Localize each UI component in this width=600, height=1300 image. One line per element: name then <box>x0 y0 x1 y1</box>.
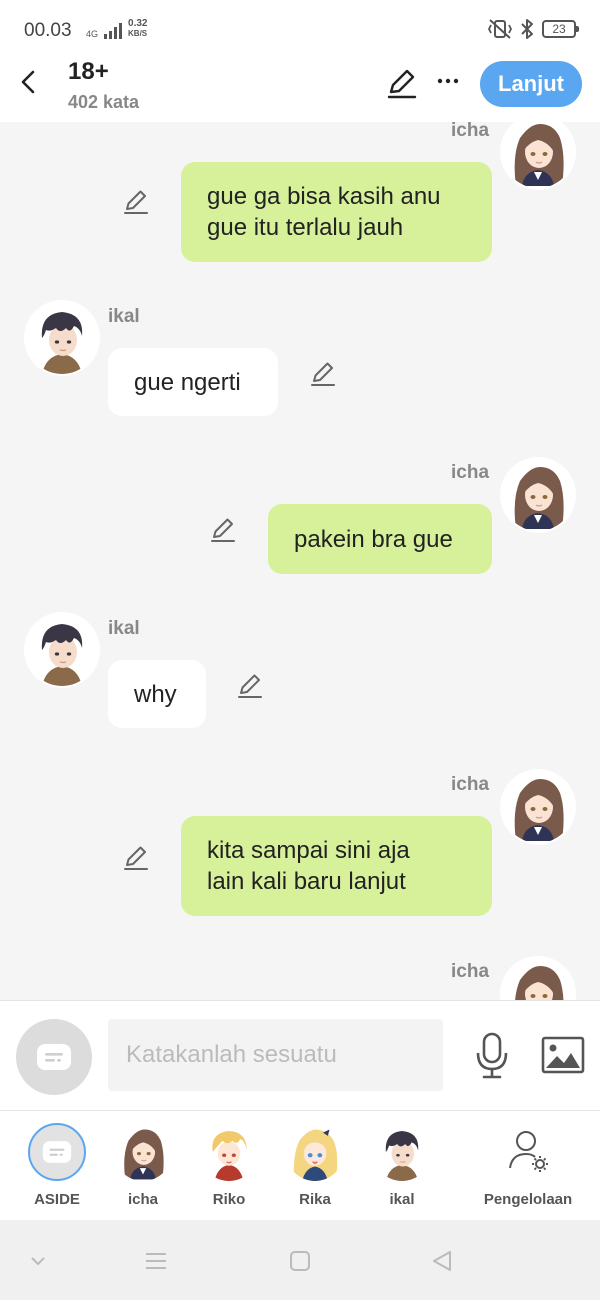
aside-icon <box>28 1123 86 1181</box>
lanjut-button[interactable]: Lanjut <box>480 61 582 107</box>
icha-avatar[interactable] <box>502 459 574 531</box>
ikal-avatar[interactable] <box>26 614 98 686</box>
edit-message-icon[interactable] <box>236 672 264 700</box>
edit-message-icon[interactable] <box>122 844 150 872</box>
message-line: kita sampai sini aja <box>207 837 410 864</box>
icha-avatar[interactable] <box>502 958 574 1000</box>
net-speed-unit: KB/S <box>128 29 148 38</box>
character-riko[interactable]: Riko <box>184 1123 274 1208</box>
nav-home-button[interactable] <box>280 1246 320 1276</box>
vibrate-icon <box>488 19 512 39</box>
back-button[interactable] <box>12 64 44 100</box>
manage-user-icon <box>509 1131 548 1172</box>
message-bubble[interactable]: kita sampai sini aja lain kali baru lanj… <box>181 816 492 916</box>
character-ikal[interactable]: ikal <box>357 1123 447 1208</box>
sender-name: icha <box>451 774 490 795</box>
battery-icon: 23 <box>542 20 579 38</box>
character-label: Pengelolaan <box>483 1191 573 1208</box>
ikal-avatar[interactable] <box>26 302 98 374</box>
character-bar: ASIDE icha Riko Rika ikal Pengelolaan <box>0 1110 600 1220</box>
composer <box>0 1000 600 1110</box>
chevron-down-icon <box>31 1257 45 1266</box>
home-square-icon <box>290 1251 310 1271</box>
back-icon <box>21 70 35 94</box>
message-bubble[interactable]: pakein bra gue <box>268 504 492 574</box>
status-bar: 00.03 4G 0.32 KB/S 23 <box>0 0 600 56</box>
rika-avatar <box>286 1123 344 1181</box>
character-label: Rika <box>299 1191 331 1208</box>
edit-message-icon[interactable] <box>209 516 237 544</box>
character-rika[interactable]: Rika <box>270 1123 360 1208</box>
microphone-icon[interactable] <box>472 1031 512 1081</box>
sender-name: icha <box>451 961 490 982</box>
message-line: gue itu terlalu jauh <box>207 214 404 241</box>
character-aside[interactable]: ASIDE <box>12 1123 102 1208</box>
message-line: why <box>134 680 177 708</box>
character-label: ASIDE <box>34 1191 80 1208</box>
character-icha[interactable]: icha <box>98 1123 188 1208</box>
chat-area[interactable]: icha gue ga bisa kasih anu gue itu terla… <box>0 122 600 1000</box>
edit-message-icon[interactable] <box>309 360 337 388</box>
image-icon[interactable] <box>540 1035 586 1075</box>
network-indicator: 4G 0.32 KB/S <box>86 19 147 39</box>
riko-avatar <box>200 1123 258 1181</box>
aside-button[interactable] <box>16 1019 92 1095</box>
message-bubble[interactable]: why <box>108 660 206 728</box>
nav-menu-button[interactable] <box>136 1246 176 1276</box>
signal-icon <box>104 23 123 39</box>
word-count: 402 kata <box>68 92 140 112</box>
message-line: gue ngerti <box>134 368 241 396</box>
net-speed-value: 0.32 <box>128 18 148 29</box>
sender-name: icha <box>451 462 490 483</box>
edit-message-icon[interactable] <box>122 188 150 216</box>
icha-avatar <box>114 1123 172 1181</box>
more-icon[interactable] <box>432 68 464 100</box>
message-line: lain kali baru lanjut <box>207 868 406 895</box>
character-management[interactable]: Pengelolaan <box>478 1123 578 1208</box>
nav-back-button[interactable] <box>422 1246 462 1276</box>
icha-avatar[interactable] <box>502 771 574 843</box>
message-line: pakein bra gue <box>294 525 453 553</box>
message-line: gue ga bisa kasih anu <box>207 183 441 210</box>
sender-name: icha <box>451 122 490 141</box>
ikal-avatar <box>373 1123 431 1181</box>
sender-name: ikal <box>108 306 140 327</box>
message-input[interactable] <box>108 1019 443 1091</box>
story-title: 18+ <box>68 58 109 85</box>
status-time: 00.03 <box>24 20 72 41</box>
system-nav-bar <box>0 1220 600 1300</box>
message-bubble[interactable]: gue ngerti <box>108 348 278 416</box>
nav-collapse-button[interactable] <box>18 1246 58 1276</box>
pencil-icon[interactable] <box>386 68 418 100</box>
icha-avatar[interactable] <box>502 122 574 188</box>
network-type: 4G <box>86 29 99 39</box>
menu-icon <box>146 1253 166 1269</box>
message-bubble[interactable]: gue ga bisa kasih anu gue itu terlalu ja… <box>181 162 492 262</box>
character-label: icha <box>127 1191 158 1208</box>
character-label: ikal <box>389 1191 415 1208</box>
sender-name: ikal <box>108 618 140 639</box>
bluetooth-icon <box>521 19 533 39</box>
character-label: Riko <box>212 1191 246 1208</box>
aside-icon <box>36 1043 72 1071</box>
story-header: 18+ 402 kata Lanjut <box>0 56 600 122</box>
back-triangle-icon <box>433 1251 451 1271</box>
